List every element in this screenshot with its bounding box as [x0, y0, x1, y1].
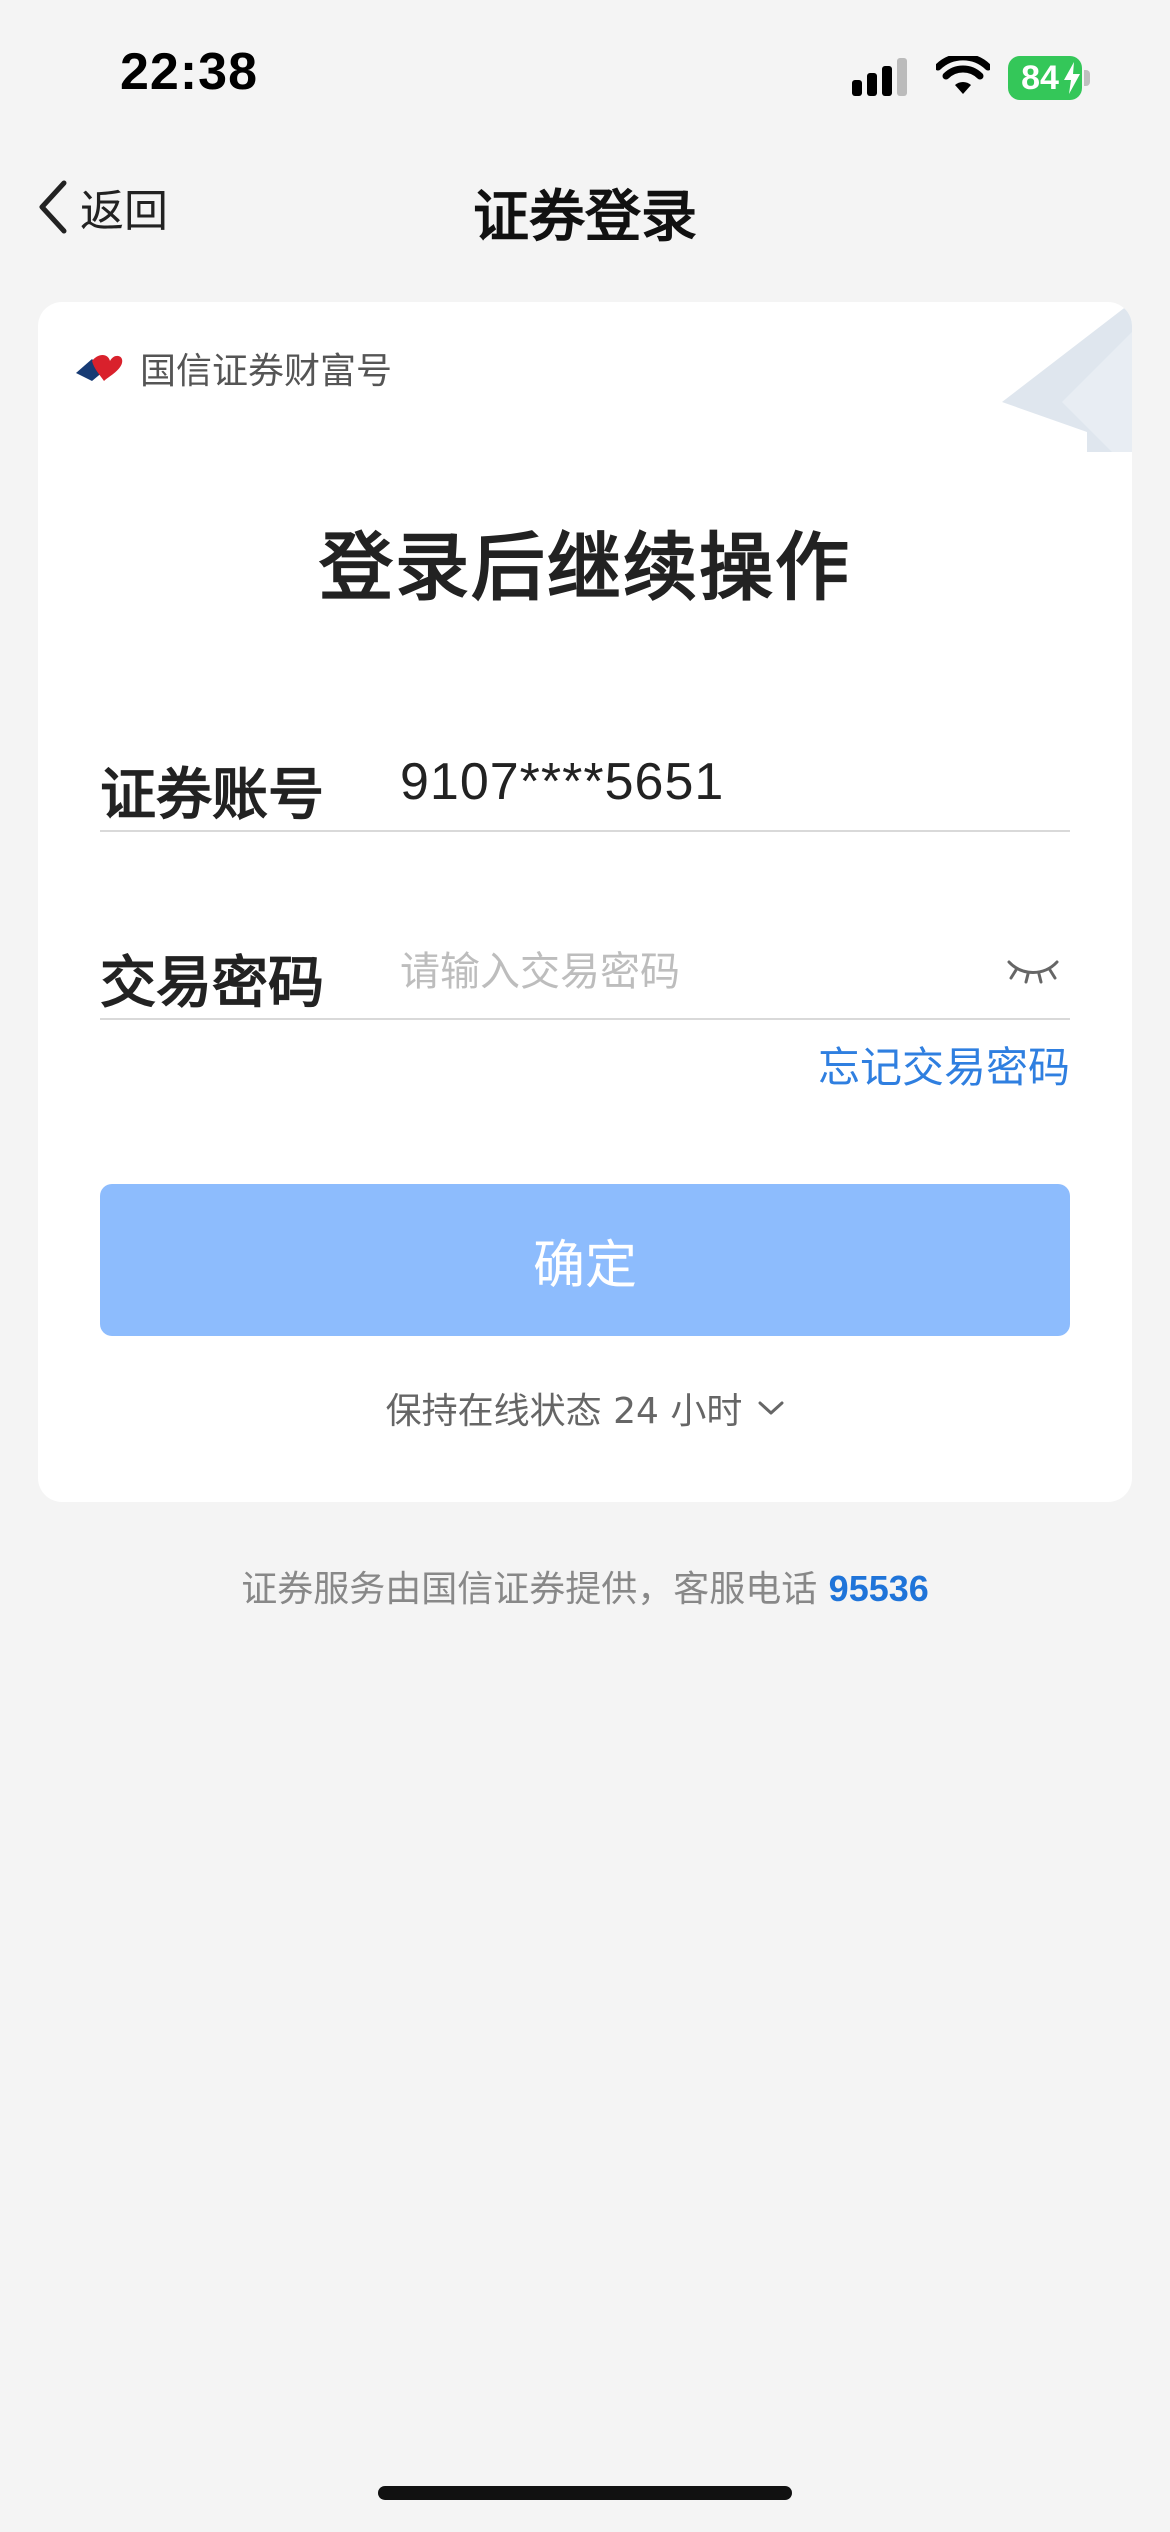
page-title: 证券登录	[473, 185, 697, 250]
footer-note: 证券服务由国信证券提供，客服电话 95536	[0, 1560, 1170, 1612]
support-phone-link[interactable]: 95536	[829, 1568, 929, 1609]
decorative-shape	[1002, 302, 1132, 452]
eye-closed-icon[interactable]	[1006, 956, 1060, 986]
keep-online-selector[interactable]: 保持在线状态 24 小时	[38, 1382, 1132, 1434]
battery-icon: 84	[1008, 56, 1090, 100]
battery-level: 84	[1021, 59, 1059, 97]
bolt-icon	[1064, 62, 1080, 94]
signal-icon	[852, 58, 907, 96]
confirm-button[interactable]: 确定	[100, 1184, 1070, 1336]
brand-name: 国信证券财富号	[140, 351, 393, 392]
account-label: 证券账号	[100, 763, 324, 828]
password-input[interactable]	[400, 940, 960, 1004]
password-row: 交易密码	[100, 910, 1070, 1020]
brand-logo-icon	[76, 355, 123, 381]
password-label: 交易密码	[100, 951, 324, 1016]
footer-text: 证券服务由国信证券提供，客服电话	[241, 1569, 829, 1610]
status-time: 22:38	[120, 43, 258, 101]
account-value[interactable]: 9107****5651	[400, 752, 724, 812]
keep-online-label: 保持在线状态 24 小时	[385, 1391, 743, 1432]
login-card: 国信证券财富号 登录后继续操作 证券账号 9107****5651 交易密码 忘…	[38, 302, 1132, 1502]
account-row: 证券账号 9107****5651	[100, 722, 1070, 832]
nav-bar: 返回 证券登录	[0, 150, 1170, 260]
chevron-down-icon	[758, 1401, 784, 1415]
forgot-password-link[interactable]: 忘记交易密码	[818, 1034, 1070, 1095]
battery-cap	[1084, 70, 1090, 86]
brand: 国信证券财富号	[74, 338, 392, 398]
wifi-icon	[936, 56, 990, 94]
card-heading: 登录后继续操作	[319, 525, 851, 611]
status-bar: 22:38 84	[0, 0, 1170, 140]
home-indicator	[378, 2486, 792, 2500]
